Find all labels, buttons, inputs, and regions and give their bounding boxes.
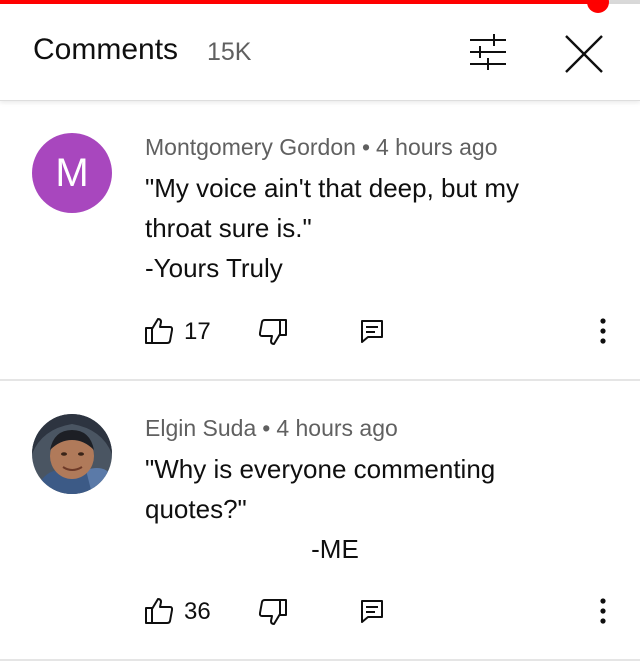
more-vert-icon <box>600 598 606 624</box>
filter-sliders-icon <box>470 34 506 70</box>
like-button[interactable] <box>144 596 174 626</box>
reply-icon <box>361 320 383 343</box>
thumbs-up-icon <box>145 598 174 624</box>
close-button[interactable] <box>562 32 606 76</box>
reply-icon <box>361 600 383 623</box>
comment-text: "My voice ain't that deep, but my throat… <box>145 173 520 283</box>
avatar[interactable] <box>32 414 112 494</box>
like-count: 17 <box>184 318 211 345</box>
more-options-button[interactable] <box>592 316 614 346</box>
comment-divider <box>0 659 640 661</box>
avatar[interactable]: M <box>32 133 112 213</box>
comment-author[interactable]: Montgomery Gordon <box>145 134 356 160</box>
comments-title: Comments <box>33 33 179 66</box>
more-options-button[interactable] <box>592 596 614 626</box>
comments-header: Comments 15K <box>0 4 640 101</box>
thumbs-down-icon <box>258 319 287 345</box>
more-vert-icon <box>600 318 606 344</box>
comment-meta: Elgin Suda • 4 hours ago <box>145 415 398 442</box>
thumbs-down-icon <box>258 599 287 625</box>
comment-item: Elgin Suda • 4 hours ago "Why is everyone … <box>0 381 640 662</box>
reply-button[interactable] <box>359 598 385 624</box>
comments-count: 15K <box>207 38 252 66</box>
filter-button[interactable] <box>466 32 510 72</box>
like-button[interactable] <box>144 316 174 346</box>
comment-actions: 17 <box>0 306 640 356</box>
dislike-button[interactable] <box>258 317 288 347</box>
comment-author[interactable]: Elgin Suda <box>145 415 256 441</box>
close-icon <box>565 35 603 73</box>
comment-time: 4 hours ago <box>276 415 398 441</box>
user-photo-icon <box>32 414 112 494</box>
meta-separator: • <box>262 415 271 441</box>
thumbs-up-icon <box>145 318 174 344</box>
comment-text: "Why is everyone commenting quotes?" -ME <box>145 454 496 564</box>
comment-time: 4 hours ago <box>376 134 498 160</box>
reply-button[interactable] <box>359 318 385 344</box>
like-count: 36 <box>184 598 211 625</box>
meta-separator: • <box>361 134 370 160</box>
dislike-button[interactable] <box>258 597 288 627</box>
comment-actions: 36 <box>0 586 640 636</box>
comment-item: M Montgomery Gordon • 4 hours ago "My voic… <box>0 100 640 380</box>
comment-meta: Montgomery Gordon • 4 hours ago <box>145 134 497 161</box>
